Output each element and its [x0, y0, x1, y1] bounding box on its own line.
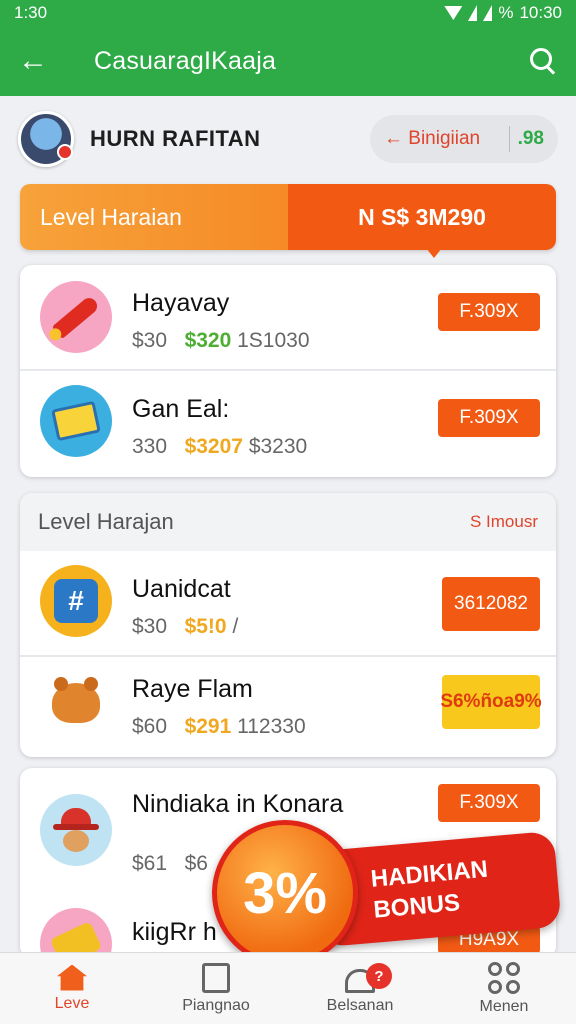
list-item[interactable]: # Uanidcat $30 $5!0 / 36 12082 — [20, 551, 556, 655]
price-current: $291 — [184, 715, 232, 738]
level-banner-title: Level Haraian — [20, 184, 288, 250]
price-old: $30 — [132, 329, 168, 352]
tag-line: 12082 — [475, 593, 528, 615]
app-bar: ← CasuaragIKaaja — [0, 26, 576, 96]
pill-divider — [508, 126, 510, 152]
app-title: CasuaragIKaaja — [94, 46, 277, 75]
bottom-nav: Leve Piangnao ? Belsanan Menen — [0, 952, 576, 1024]
item-prices: $30 $320 1S1030 — [132, 329, 310, 353]
tag-icon: S — [469, 512, 482, 531]
grid-icon — [488, 961, 520, 994]
multiplier-tag[interactable]: F.309X — [438, 784, 540, 822]
balance-pill-label: ← Binigiian — [384, 128, 501, 150]
list-item[interactable]: Gan Eal: 330 $3207 $3230 F.309X — [20, 371, 556, 475]
signal-icon-2 — [483, 5, 493, 21]
status-icons: % 10:30 — [444, 3, 562, 23]
price-extra: / — [232, 615, 239, 638]
nav-item-piangnao[interactable]: Piangnao — [144, 953, 288, 1024]
home-icon — [57, 964, 87, 991]
item-name: Gan Eal: — [132, 395, 230, 423]
price-old: $30 — [132, 615, 168, 638]
price-old: 330 — [132, 435, 168, 458]
item-name: Uanidcat — [132, 575, 231, 603]
offer-card-2: Level Harajan S Imousr # Uanidcat $30 $5… — [20, 493, 556, 757]
section-header: Level Harajan S Imousr — [20, 493, 556, 551]
search-icon[interactable] — [528, 46, 558, 76]
price-extra: 1S1030 — [237, 329, 310, 352]
status-time-right: 10:30 — [519, 3, 562, 22]
balance-pill[interactable]: ← Binigiian .98 — [370, 115, 558, 163]
price-current: $6 — [184, 852, 208, 875]
level-banner-amount: N S$ 3M290 — [288, 184, 556, 250]
profile-name: HURN RAFITAN — [90, 126, 261, 151]
nav-label: Piangnao — [182, 996, 250, 1014]
price-extra: $3230 — [248, 435, 308, 458]
nav-label: Belsanan — [326, 996, 394, 1014]
list-item[interactable]: Raye Flam $60 $291 112330 S6% ñoa9% — [20, 653, 556, 757]
balance-pill-text: Binigiian — [408, 128, 481, 149]
multiplier-tag[interactable]: 36 12082 — [442, 577, 540, 631]
level-banner[interactable]: Level Haraian N S$ 3M290 — [20, 184, 556, 250]
back-arrow-icon[interactable]: ← — [18, 46, 58, 76]
nav-label: Leve — [54, 994, 90, 1012]
tag-line: 36 — [454, 593, 476, 615]
item-name: kiigRr h — [132, 918, 217, 946]
price-old: $61 — [132, 852, 168, 875]
price-extra: 112330 — [237, 715, 306, 738]
signal-icon — [468, 5, 478, 21]
arrow-left-icon: ← — [384, 128, 403, 149]
multiplier-tag[interactable]: F.309X — [438, 399, 540, 437]
item-name: Nindiaka in Konara — [132, 790, 344, 818]
rocket-icon — [40, 281, 112, 353]
document-icon — [202, 962, 230, 993]
nav-item-menen[interactable]: Menen — [432, 953, 576, 1024]
explorer-icon — [40, 794, 112, 866]
section-link-text: Imousr — [486, 512, 538, 531]
notification-badge: ? — [366, 963, 392, 989]
item-prices: $30 $5!0 / — [132, 615, 238, 639]
section-link[interactable]: S Imousr — [470, 512, 538, 532]
wifi-icon — [444, 6, 463, 20]
item-prices: 330 $3207 $3230 — [132, 435, 307, 459]
price-current: $3207 — [184, 435, 243, 458]
nav-label: Menen — [479, 997, 529, 1015]
item-name: Raye Flam — [132, 675, 253, 703]
avatar[interactable] — [18, 111, 74, 167]
nav-item-belsanan[interactable]: ? Belsanan — [288, 953, 432, 1024]
list-item[interactable]: Hayavay $30 $320 1S1030 F.309X — [20, 265, 556, 369]
offer-card-1: Hayavay $30 $320 1S1030 F.309X Gan Eal: … — [20, 265, 556, 477]
banner-pointer — [426, 248, 442, 258]
multiplier-tag[interactable]: F.309X — [438, 293, 540, 331]
profile-row: HURN RAFITAN ← Binigiian .98 — [18, 108, 558, 170]
item-prices: $60 $291 112330 — [132, 715, 306, 739]
section-title: Level Harajan — [38, 509, 174, 534]
battery-icon: % — [498, 3, 514, 22]
critter-icon — [40, 667, 112, 739]
nav-item-leve[interactable]: Leve — [0, 953, 144, 1024]
item-name: Hayavay — [132, 289, 230, 317]
hashtag-icon: # — [40, 565, 112, 637]
ticket-icon — [40, 385, 112, 457]
gold-icon — [40, 908, 112, 958]
price-current: $5!0 — [184, 615, 227, 638]
status-bar: 1:30 % 10:30 — [0, 0, 576, 26]
status-time-left: 1:30 — [14, 3, 48, 22]
price-current: $320 — [184, 329, 232, 352]
tag-line: S6% — [440, 691, 481, 713]
item-prices: $61 $6 — [132, 852, 208, 876]
bonus-percent-badge[interactable]: 3% — [212, 820, 358, 966]
price-old: $60 — [132, 715, 168, 738]
discount-tag[interactable]: S6% ñoa9% — [440, 675, 542, 729]
tag-line: ñoa9% — [480, 691, 542, 713]
balance-pill-value: .98 — [517, 128, 544, 149]
